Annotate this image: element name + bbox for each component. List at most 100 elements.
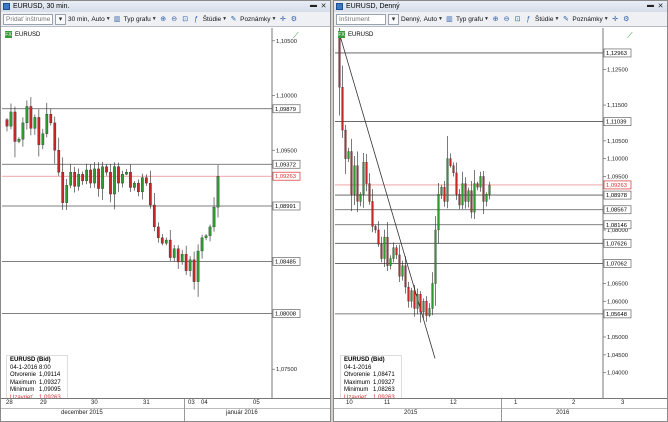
candle-body [49, 113, 53, 124]
candle-body [461, 183, 464, 206]
candlestick-chart-30min[interactable]: 1,105001,100001,095001,075001,098791,093… [2, 28, 302, 400]
instrument-dropdown-icon[interactable]: ▾ [388, 13, 399, 25]
minimize-icon[interactable]: ▬ [309, 1, 318, 10]
caret-down-icon: ▼ [437, 16, 443, 22]
candle-body [362, 162, 365, 195]
zoom-in-icon[interactable]: ⊕ [491, 15, 500, 24]
candle-body [5, 119, 9, 127]
candle-body [176, 248, 180, 263]
chart-type-dropdown[interactable]: Typ grafu ▼ [124, 16, 157, 23]
candle-body [212, 207, 216, 228]
zoom-mode-dropdown[interactable]: Auto ▼ [424, 16, 443, 23]
studies-icon[interactable]: ƒ [192, 15, 201, 24]
chart-app-icon [336, 3, 343, 10]
candle-body [446, 158, 449, 202]
candle-body [109, 172, 112, 195]
candle-body [141, 177, 144, 193]
candle-body [17, 139, 21, 142]
caret-down-icon: ▼ [603, 16, 609, 22]
studies-icon[interactable]: ƒ [524, 15, 533, 24]
month-divider [501, 399, 502, 421]
candle-body [365, 162, 368, 184]
close-icon[interactable]: ✕ [319, 1, 328, 10]
candle-body [467, 190, 470, 202]
chart-window-30min: EURUSD, 30 min. ▬ ✕ ▾ 30 min, Auto▼ ▥ Ty… [0, 0, 331, 422]
zoom-fit-icon[interactable]: ⊡ [513, 15, 522, 24]
crosshair-icon[interactable]: ✛ [611, 15, 620, 24]
notes-icon[interactable]: ✎ [561, 15, 570, 24]
instrument-label: EURUSD [348, 31, 374, 38]
notes-dropdown[interactable]: Poznámky ▼ [572, 16, 608, 23]
crosshair-icon[interactable]: ✛ [278, 15, 287, 24]
zoom-out-icon[interactable]: ⊖ [502, 15, 511, 24]
scale-label: 1,10000 [276, 94, 297, 100]
candle-body [13, 111, 17, 142]
interval-dropdown[interactable]: 30 min, [68, 16, 89, 23]
chart-type-dropdown[interactable]: Typ grafu ▼ [456, 16, 489, 23]
scale-label: 1,06000 [607, 299, 628, 305]
chart-type-label: Typ grafu [455, 15, 484, 23]
studies-dropdown[interactable]: Štúdie ▼ [535, 16, 559, 23]
candle-body [137, 182, 140, 193]
notes-dropdown[interactable]: Poznámky ▼ [240, 16, 276, 23]
zoom-mode-label: Auto [423, 15, 437, 23]
instrument-input[interactable] [336, 13, 386, 25]
candle-body [386, 236, 389, 266]
candle-body [144, 177, 148, 184]
candle-body [168, 239, 172, 258]
tick-label: 04 [201, 400, 208, 406]
candle-body [377, 229, 380, 245]
notes-label: Poznámky [572, 15, 603, 23]
candle-body [121, 174, 124, 184]
fx-icon: FX [338, 31, 345, 38]
zoom-mode-dropdown[interactable]: Auto ▼ [91, 16, 110, 23]
zoom-in-icon[interactable]: ⊕ [159, 15, 168, 24]
notes-icon[interactable]: ✎ [229, 15, 238, 24]
zoom-out-icon[interactable]: ⊖ [170, 15, 179, 24]
candle-body [129, 172, 132, 188]
close-icon[interactable]: ✕ [656, 1, 665, 10]
candle-body [204, 235, 208, 238]
add-instrument-input[interactable] [3, 13, 53, 25]
candle-body [33, 117, 37, 129]
candle-body [85, 169, 88, 182]
candle-body [479, 176, 482, 188]
candle-body [101, 166, 104, 189]
month-divider [184, 399, 185, 421]
drawing-tool-icon[interactable]: ⟋ [293, 31, 299, 41]
instrument-tag: FX EURUSD [338, 31, 373, 38]
chart-app-icon [3, 3, 10, 10]
price-level-label: 1,08567 [606, 208, 627, 214]
info-title: EURUSD (Bid) [344, 357, 385, 363]
candle-body [458, 194, 461, 206]
instrument-dropdown-icon[interactable]: ▾ [55, 13, 66, 25]
price-level-label: 1,08485 [275, 259, 296, 265]
candle-body [133, 182, 136, 188]
tick-label: 11 [384, 400, 391, 406]
candlestick-chart-daily[interactable]: 1,130001,125001,115001,105001,100001,095… [335, 28, 633, 400]
info-date: 04-1-2016 8:00 [10, 364, 51, 371]
chart-type-icon[interactable]: ▥ [445, 15, 454, 24]
candle-body [61, 172, 65, 203]
tick-label: 30 [91, 400, 98, 406]
chart-toolbar: ▾ Denný, Auto▼ ▥ Typ grafu▼ ⊕ ⊖ ⊡ ƒ Štúd… [334, 12, 667, 27]
zoom-fit-icon[interactable]: ⊡ [181, 15, 190, 24]
info-row-open: Otvorenie 1,08471 [344, 372, 395, 378]
candle-body [437, 194, 440, 231]
candle-body [470, 190, 473, 213]
candle-body [347, 151, 350, 159]
settings-icon[interactable]: ⚙ [622, 15, 631, 24]
candle-body [356, 165, 359, 202]
studies-dropdown[interactable]: Štúdie ▼ [203, 16, 227, 23]
settings-icon[interactable]: ⚙ [289, 15, 298, 24]
chart-toolbar: ▾ 30 min, Auto▼ ▥ Typ grafu▼ ⊕ ⊖ ⊡ ƒ Štú… [1, 12, 330, 27]
tick-label: 05 [253, 400, 260, 406]
price-level-label: 1,08146 [606, 223, 627, 229]
minimize-icon[interactable]: ▬ [646, 1, 655, 10]
price-level-label: 1,07626 [606, 241, 627, 247]
interval-dropdown[interactable]: Denný, [401, 16, 422, 23]
drawing-tool-icon[interactable]: ⟋ [627, 31, 633, 41]
chart-type-icon[interactable]: ▥ [113, 15, 122, 24]
tick-label: 28 [6, 400, 13, 406]
price-level-label: 1,09372 [275, 162, 296, 168]
